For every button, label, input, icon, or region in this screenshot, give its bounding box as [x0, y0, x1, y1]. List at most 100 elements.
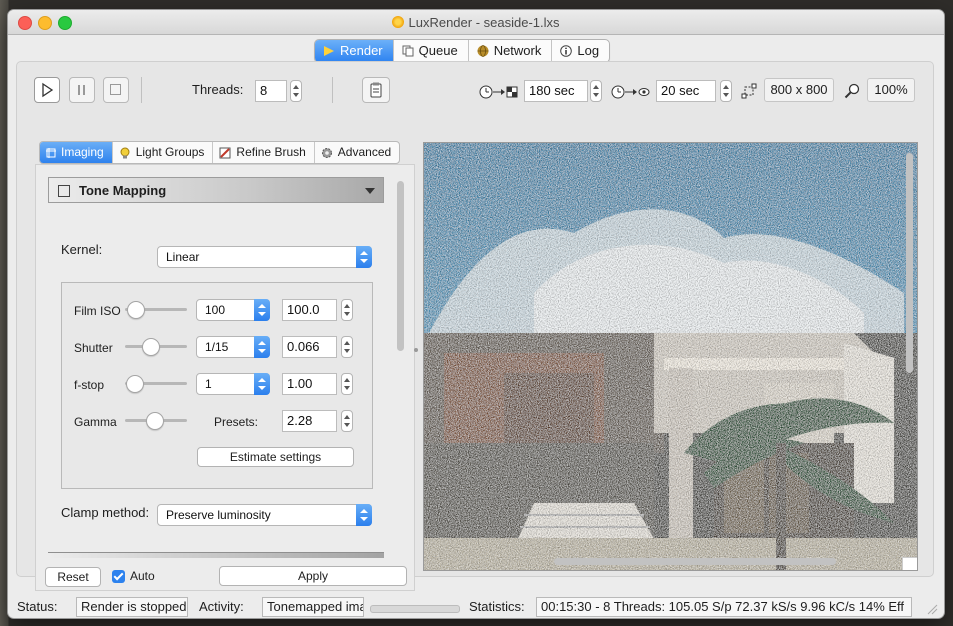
- light-bulb-icon: [120, 147, 130, 158]
- tab-light-groups[interactable]: Light Groups: [113, 142, 214, 163]
- rendered-image: [424, 143, 917, 570]
- gamma-label: Gamma: [74, 415, 117, 429]
- splitter-handle-icon[interactable]: [413, 345, 419, 355]
- tab-imaging-label: Imaging: [61, 145, 104, 159]
- copy-to-clipboard-button[interactable]: [362, 77, 390, 103]
- fstop-stepper[interactable]: [341, 373, 353, 395]
- shutter-slider-knob[interactable]: [142, 338, 160, 356]
- imaging-settings-pane: Tone Mapping Kernel: Linear Film ISO 100…: [35, 164, 415, 591]
- statistics-value: 00:15:30 - 8 Threads: 105.05 S/p 72.37 k…: [536, 597, 912, 617]
- fstop-slider-knob[interactable]: [126, 375, 144, 393]
- next-section-header[interactable]: [48, 552, 384, 558]
- zoom-level-display: 100%: [867, 78, 915, 102]
- fstop-slider[interactable]: [125, 375, 187, 393]
- presets-label: Presets:: [214, 415, 259, 429]
- fstop-input[interactable]: 1.00: [282, 373, 337, 395]
- tab-imaging[interactable]: Imaging: [40, 142, 113, 163]
- threads-label: Threads:: [192, 82, 244, 97]
- app-window: LuxRender - seaside-1.lxs Render Queue N…: [8, 10, 944, 618]
- film-iso-slider-knob[interactable]: [127, 301, 145, 319]
- clipboard-icon: [370, 82, 382, 98]
- resolution-display: 800 x 800: [764, 78, 834, 102]
- stop-icon: [110, 84, 121, 95]
- resolution-icon: [741, 83, 757, 99]
- time-halt-input[interactable]: 180 sec: [524, 80, 588, 102]
- tab-log[interactable]: Log: [552, 40, 609, 62]
- render-vertical-scrollbar[interactable]: [906, 153, 913, 373]
- render-horizontal-scrollbar[interactable]: [554, 558, 836, 565]
- tab-network[interactable]: Network: [469, 40, 553, 62]
- time-halt-icon: [479, 85, 518, 99]
- gamma-stepper[interactable]: [341, 410, 353, 432]
- resize-grip-icon[interactable]: [926, 603, 938, 615]
- select-arrows-icon: [356, 504, 372, 526]
- film-iso-preset-select[interactable]: 100: [196, 299, 270, 321]
- fstop-preset-value: 1: [205, 377, 212, 391]
- film-iso-input[interactable]: 100.0: [282, 299, 337, 321]
- zoom-icon[interactable]: [844, 83, 860, 99]
- title-bar[interactable]: LuxRender - seaside-1.lxs: [8, 10, 944, 35]
- select-arrows-icon: [356, 246, 372, 268]
- display-interval-stepper[interactable]: [720, 80, 732, 102]
- status-label: Status:: [17, 599, 58, 614]
- film-iso-slider[interactable]: [125, 301, 187, 319]
- status-bar: Status: Render is stopped Activity: Tone…: [8, 595, 944, 618]
- settings-scrollbar[interactable]: [397, 181, 404, 351]
- gear-icon: [321, 147, 332, 158]
- luxrender-app-icon: [392, 16, 405, 28]
- info-icon: [560, 45, 573, 57]
- fstop-preset-select[interactable]: 1: [196, 373, 270, 395]
- select-arrows-icon: [254, 336, 270, 358]
- status-value: Render is stopped: [76, 597, 188, 617]
- kernel-select[interactable]: Linear: [157, 246, 372, 268]
- auto-checkbox[interactable]: [112, 570, 125, 583]
- render-view[interactable]: [423, 142, 918, 571]
- tone-mapping-header[interactable]: Tone Mapping: [48, 177, 384, 203]
- shutter-slider[interactable]: [125, 338, 187, 356]
- toolbar-separator: [332, 77, 333, 103]
- activity-progress-bar: [370, 605, 460, 613]
- render-icon: [324, 46, 334, 56]
- gamma-slider-knob[interactable]: [146, 412, 164, 430]
- clamp-method-select[interactable]: Preserve luminosity: [157, 504, 372, 526]
- time-halt-stepper[interactable]: [590, 80, 602, 102]
- kernel-select-value: Linear: [166, 250, 200, 264]
- film-iso-label: Film ISO: [74, 304, 121, 318]
- select-arrows-icon: [254, 299, 270, 321]
- pause-icon: [78, 85, 85, 95]
- tab-queue[interactable]: Queue: [394, 40, 469, 62]
- toolbar-separator: [141, 77, 142, 103]
- shutter-stepper[interactable]: [341, 336, 353, 358]
- queue-icon: [402, 45, 414, 57]
- tab-network-label: Network: [493, 43, 542, 58]
- gamma-input[interactable]: 2.28: [282, 410, 337, 432]
- shutter-preset-select[interactable]: 1/15: [196, 336, 270, 358]
- tab-advanced[interactable]: Advanced: [315, 142, 399, 163]
- activity-label: Activity:: [199, 599, 244, 614]
- threads-stepper[interactable]: [290, 80, 302, 102]
- imaging-grid-icon: [46, 147, 56, 158]
- pause-render-button[interactable]: [69, 77, 95, 103]
- apply-button[interactable]: Apply: [219, 566, 407, 586]
- tab-log-label: Log: [577, 43, 600, 58]
- display-interval-input[interactable]: 20 sec: [656, 80, 716, 102]
- window-title: LuxRender - seaside-1.lxs: [8, 15, 944, 30]
- collapse-triangle-icon[interactable]: [365, 188, 375, 194]
- tab-refine-brush[interactable]: Refine Brush: [213, 142, 315, 163]
- settings-tab-bar: Imaging Light Groups Refine Brush Advanc…: [39, 141, 401, 164]
- display-interval-icon: [611, 85, 650, 99]
- play-icon: [42, 82, 54, 98]
- fstop-label: f-stop: [74, 378, 105, 392]
- threads-input[interactable]: 8: [255, 80, 287, 102]
- select-arrows-icon: [254, 373, 270, 395]
- estimate-settings-button[interactable]: Estimate settings: [197, 447, 354, 467]
- brush-icon: [219, 147, 231, 158]
- start-render-button[interactable]: [34, 77, 60, 103]
- gamma-slider[interactable]: [125, 412, 187, 430]
- shutter-input[interactable]: 0.066: [282, 336, 337, 358]
- reset-button[interactable]: Reset: [45, 567, 101, 587]
- stop-render-button[interactable]: [103, 77, 129, 103]
- tab-render-label: Render: [340, 43, 383, 58]
- tab-render[interactable]: Render: [315, 40, 394, 62]
- film-iso-stepper[interactable]: [341, 299, 353, 321]
